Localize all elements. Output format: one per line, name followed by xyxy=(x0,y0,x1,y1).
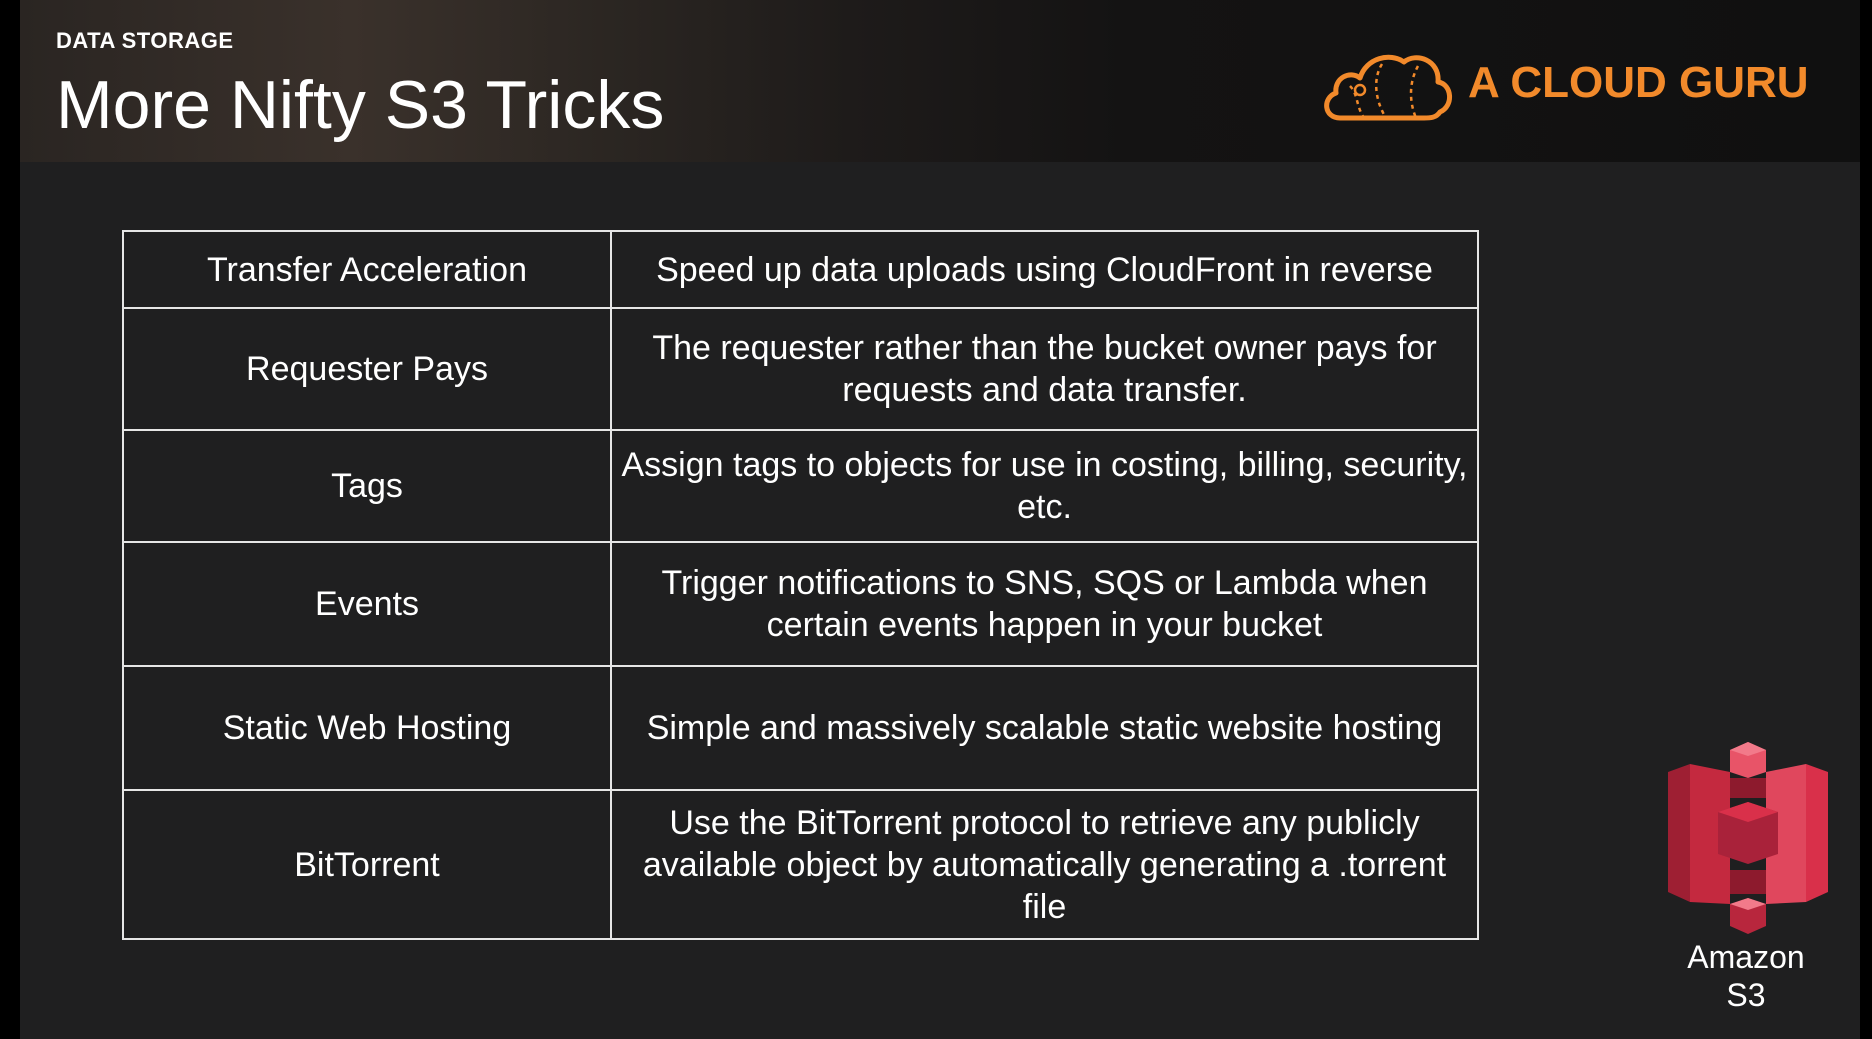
table-row: Tags Assign tags to objects for use in c… xyxy=(122,429,1479,543)
feature-cell: Tags xyxy=(122,429,612,543)
table-row: Events Trigger notifications to SNS, SQS… xyxy=(122,541,1479,667)
amazon-s3-icon xyxy=(1668,742,1828,934)
s3-label-line1: Amazon xyxy=(1687,939,1805,975)
table-row: Transfer Acceleration Speed up data uplo… xyxy=(122,230,1479,309)
table-row: BitTorrent Use the BitTorrent protocol t… xyxy=(122,789,1479,940)
page-title: More Nifty S3 Tricks xyxy=(56,67,665,143)
feature-cell: Transfer Acceleration xyxy=(122,230,612,309)
description-cell: Trigger notifications to SNS, SQS or Lam… xyxy=(610,541,1479,667)
brand-logo: A CLOUD GURU xyxy=(1320,40,1840,130)
feature-cell: Events xyxy=(122,541,612,667)
s3-tricks-table: Transfer Acceleration Speed up data uplo… xyxy=(122,230,1479,940)
slide-header: DATA STORAGE More Nifty S3 Tricks A CLOU… xyxy=(20,0,1860,162)
feature-cell: Requester Pays xyxy=(122,307,612,431)
video-frame: DATA STORAGE More Nifty S3 Tricks A CLOU… xyxy=(0,0,1872,1039)
cloud-icon xyxy=(1324,54,1452,121)
table-row: Static Web Hosting Simple and massively … xyxy=(122,665,1479,791)
description-cell: Use the BitTorrent protocol to retrieve … xyxy=(610,789,1479,940)
table-row: Requester Pays The requester rather than… xyxy=(122,307,1479,431)
feature-cell: Static Web Hosting xyxy=(122,665,612,791)
amazon-s3-label: Amazon S3 xyxy=(1660,938,1832,1014)
slide: DATA STORAGE More Nifty S3 Tricks A CLOU… xyxy=(20,0,1860,1039)
s3-label-line2: S3 xyxy=(1726,977,1766,1013)
description-cell: Speed up data uploads using CloudFront i… xyxy=(610,230,1479,309)
description-cell: The requester rather than the bucket own… xyxy=(610,307,1479,431)
feature-cell: BitTorrent xyxy=(122,789,612,940)
section-label: DATA STORAGE xyxy=(56,28,234,53)
brand-name: A CLOUD GURU xyxy=(1468,58,1809,107)
description-cell: Assign tags to objects for use in costin… xyxy=(610,429,1479,543)
description-cell: Simple and massively scalable static web… xyxy=(610,665,1479,791)
